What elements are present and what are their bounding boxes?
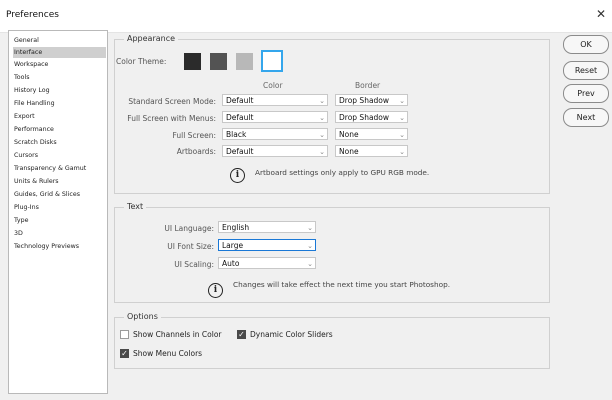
sidebar-item-transparency-gamut[interactable]: Transparency & Gamut	[13, 163, 106, 174]
full-screen-label: Full Screen:	[172, 131, 216, 140]
artboards-border-select[interactable]: None ⌄	[335, 145, 408, 157]
show-menu-colors-checkbox[interactable]: ✓	[120, 349, 129, 358]
ui-font-size-value: Large	[222, 241, 244, 250]
show-menu-colors-label: Show Menu Colors	[133, 349, 203, 358]
show-channels-label: Show Channels in Color	[133, 330, 222, 339]
sidebar-item-scratch-disks[interactable]: Scratch Disks	[13, 137, 106, 148]
full-screen-border-value: None	[339, 130, 359, 139]
sidebar-item-general[interactable]: General	[13, 35, 106, 46]
full-screen-menus-label: Full Screen with Menus:	[127, 114, 216, 123]
close-icon[interactable]: ✕	[594, 7, 608, 21]
prev-button[interactable]: Prev	[563, 84, 609, 103]
sidebar-item-tools[interactable]: Tools	[13, 72, 106, 83]
full-screen-menus-color-value: Default	[226, 113, 254, 122]
sidebar-item-history-log[interactable]: History Log	[13, 85, 106, 96]
standard-screen-mode-color-select[interactable]: Default ⌄	[222, 94, 328, 106]
sidebar-item-interface[interactable]: Interface	[13, 47, 106, 58]
artboards-label: Artboards:	[176, 147, 216, 156]
full-screen-menus-border-value: Drop Shadow	[339, 113, 390, 122]
color-theme-label: Color Theme:	[116, 57, 167, 66]
ui-font-size-select[interactable]: Large ⌄	[218, 239, 316, 251]
standard-screen-mode-border-select[interactable]: Drop Shadow ⌄	[335, 94, 408, 106]
border-column-header: Border	[355, 81, 381, 90]
dynamic-sliders-checkbox[interactable]: ✓	[237, 330, 246, 339]
show-channels-checkbox[interactable]	[120, 330, 129, 339]
title-bar	[0, 0, 612, 33]
full-screen-border-select[interactable]: None ⌄	[335, 128, 408, 140]
sidebar-item-workspace[interactable]: Workspace	[13, 59, 106, 70]
full-screen-menus-border-select[interactable]: Drop Shadow ⌄	[335, 111, 408, 123]
sidebar-item-guides-grid-slices[interactable]: Guides, Grid & Slices	[13, 189, 106, 200]
window-title: Preferences	[6, 10, 59, 20]
sidebar-item-technology-previews[interactable]: Technology Previews	[13, 241, 106, 252]
next-button[interactable]: Next	[563, 108, 609, 127]
sidebar-item-3d[interactable]: 3D	[13, 228, 106, 239]
chevron-down-icon: ⌄	[399, 97, 405, 105]
sidebar-item-plug-ins[interactable]: Plug-Ins	[13, 202, 106, 213]
appearance-legend: Appearance	[124, 34, 179, 43]
theme-swatch-lightest[interactable]	[261, 50, 283, 72]
standard-screen-mode-label: Standard Screen Mode:	[128, 97, 216, 106]
info-circle-icon: i	[230, 168, 245, 183]
standard-screen-mode-color-value: Default	[226, 96, 254, 105]
sidebar-item-export[interactable]: Export	[13, 111, 106, 122]
sidebar-item-file-handling[interactable]: File Handling	[13, 98, 106, 109]
dynamic-sliders-label: Dynamic Color Sliders	[250, 330, 333, 339]
chevron-down-icon: ⌄	[307, 224, 313, 232]
sidebar-item-type[interactable]: Type	[13, 215, 106, 226]
sidebar-list: General Interface Workspace Tools Histor…	[8, 30, 108, 394]
full-screen-color-value: Black	[226, 130, 247, 139]
chevron-down-icon: ⌄	[307, 242, 313, 250]
artboard-note: Artboard settings only apply to GPU RGB …	[255, 168, 430, 177]
options-group	[114, 317, 550, 369]
text-legend: Text	[124, 202, 147, 211]
sidebar-item-cursors[interactable]: Cursors	[13, 150, 106, 161]
chevron-down-icon: ⌄	[319, 131, 325, 139]
standard-screen-mode-border-value: Drop Shadow	[339, 96, 390, 105]
ui-language-label: UI Language:	[164, 224, 214, 233]
theme-swatch-light[interactable]	[236, 53, 253, 70]
ui-language-select[interactable]: English ⌄	[218, 221, 316, 233]
color-column-header: Color	[263, 81, 283, 90]
theme-swatch-dark[interactable]	[210, 53, 227, 70]
info-circle-icon: i	[208, 283, 223, 298]
artboards-color-select[interactable]: Default ⌄	[222, 145, 328, 157]
sidebar-item-performance[interactable]: Performance	[13, 124, 106, 135]
ui-language-value: English	[222, 223, 250, 232]
chevron-down-icon: ⌄	[307, 260, 313, 268]
chevron-down-icon: ⌄	[319, 148, 325, 156]
full-screen-color-select[interactable]: Black ⌄	[222, 128, 328, 140]
ui-scaling-label: UI Scaling:	[174, 260, 214, 269]
ui-scaling-select[interactable]: Auto ⌄	[218, 257, 316, 269]
chevron-down-icon: ⌄	[319, 114, 325, 122]
chevron-down-icon: ⌄	[399, 148, 405, 156]
full-screen-menus-color-select[interactable]: Default ⌄	[222, 111, 328, 123]
ui-scaling-value: Auto	[222, 259, 240, 268]
theme-swatch-darkest[interactable]	[184, 53, 201, 70]
ok-button[interactable]: OK	[563, 35, 609, 54]
chevron-down-icon: ⌄	[399, 131, 405, 139]
sidebar-item-units-rulers[interactable]: Units & Rulers	[13, 176, 106, 187]
ui-font-size-label: UI Font Size:	[167, 242, 214, 251]
chevron-down-icon: ⌄	[319, 97, 325, 105]
artboards-border-value: None	[339, 147, 359, 156]
reset-button[interactable]: Reset	[563, 61, 609, 80]
options-legend: Options	[124, 312, 161, 321]
artboards-color-value: Default	[226, 147, 254, 156]
restart-note: Changes will take effect the next time y…	[233, 280, 451, 289]
chevron-down-icon: ⌄	[399, 114, 405, 122]
